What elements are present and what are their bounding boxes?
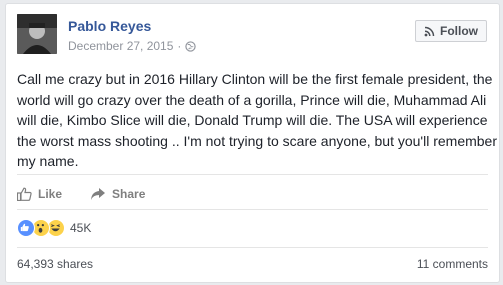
share-arrow-icon — [91, 188, 106, 200]
reactions-summary[interactable]: 45K — [17, 219, 91, 237]
post-header: Pablo Reyes December 27, 2015 · Follow — [17, 14, 489, 64]
follow-button[interactable]: Follow — [415, 20, 487, 42]
follow-label: Follow — [440, 24, 478, 38]
post-card: Pablo Reyes December 27, 2015 · Follow C… — [5, 3, 500, 283]
avatar[interactable] — [17, 14, 57, 54]
thumbs-up-icon — [17, 187, 32, 201]
post-footer: 64,393 shares 11 comments — [17, 257, 488, 271]
divider — [17, 174, 488, 175]
comments-count[interactable]: 11 comments — [417, 257, 488, 271]
reaction-count[interactable]: 45K — [70, 221, 91, 235]
divider — [17, 247, 488, 248]
rss-icon — [424, 26, 435, 36]
post-meta: December 27, 2015 · — [68, 39, 197, 53]
meta-separator: · — [177, 39, 182, 53]
post-text: Call me crazy but in 2016 Hillary Clinto… — [17, 71, 498, 169]
like-icon — [17, 219, 35, 237]
author-name[interactable]: Pablo Reyes — [68, 18, 151, 34]
shares-count[interactable]: 64,393 shares — [17, 257, 93, 271]
like-label: Like — [38, 187, 63, 201]
like-button[interactable]: Like — [17, 182, 62, 206]
divider — [17, 209, 488, 210]
post-date[interactable]: December 27, 2015 — [68, 39, 173, 53]
globe-icon — [185, 40, 197, 52]
share-button[interactable]: Share — [90, 182, 145, 206]
action-bar: Like Share — [17, 182, 145, 206]
share-label: Share — [112, 187, 146, 201]
